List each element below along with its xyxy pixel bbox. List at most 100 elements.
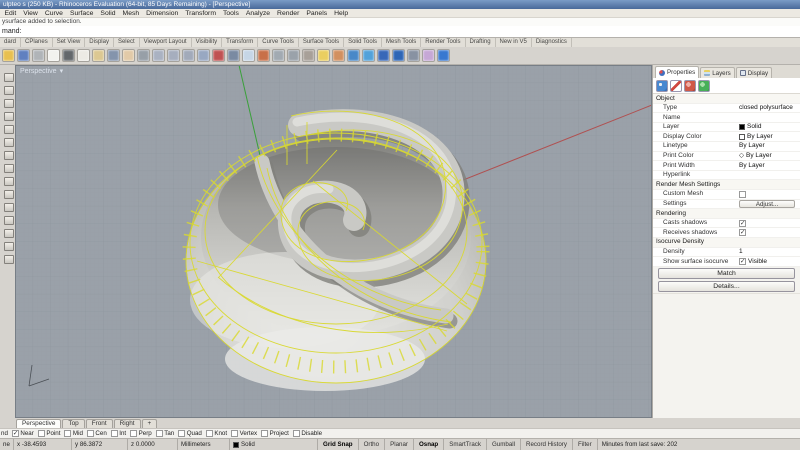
menu-curve[interactable]: Curve [41, 9, 66, 17]
property-value[interactable]: Solid [739, 122, 800, 132]
property-value[interactable]: ✓ [739, 229, 800, 236]
rectangle-icon[interactable] [4, 99, 14, 108]
toolbar-tab-new-in-v5[interactable]: New in V5 [496, 38, 532, 47]
osnap-checkbox-near[interactable]: ✓ [12, 430, 19, 437]
paste-icon[interactable] [92, 49, 105, 62]
osnap-item-mid[interactable]: Mid [64, 430, 82, 437]
property-value[interactable]: ◇By Layer [739, 151, 800, 161]
property-value[interactable]: Adjust... [739, 200, 800, 208]
rotate-view-icon[interactable] [227, 49, 240, 62]
toolbar-tab-mesh-tools[interactable]: Mesh Tools [382, 38, 421, 47]
osnap-checkbox-point[interactable] [38, 430, 45, 437]
toolbar-tab-visibility[interactable]: Visibility [192, 38, 223, 47]
toolbar-tab-display[interactable]: Display [85, 38, 114, 47]
arc-icon[interactable] [302, 49, 315, 62]
toolbar-tab-drafting[interactable]: Drafting [466, 38, 496, 47]
command-input-row[interactable]: mand: [0, 26, 800, 38]
check-icon[interactable] [4, 242, 14, 251]
toolbar-tab-curve-tools[interactable]: Curve Tools [258, 38, 299, 47]
osnap-checkbox-knot[interactable] [206, 430, 213, 437]
osnap-checkbox-disable[interactable] [293, 430, 300, 437]
move-icon[interactable] [137, 49, 150, 62]
pan-hand-icon[interactable] [122, 49, 135, 62]
osnap-item-perp[interactable]: Perp [130, 430, 152, 437]
save-icon[interactable] [17, 49, 30, 62]
paint-icon[interactable] [4, 255, 14, 264]
status-toggle-ortho[interactable]: Ortho [359, 439, 385, 450]
zoom-extents-icon[interactable] [197, 49, 210, 62]
viewport-tab-perspective[interactable]: Perspective [16, 419, 61, 428]
cone-icon[interactable] [332, 49, 345, 62]
wireframe-icon[interactable] [407, 49, 420, 62]
viewport-title[interactable]: Perspective ▾ [20, 67, 63, 75]
toolbar-tab-surface-tools[interactable]: Surface Tools [299, 38, 344, 47]
menu-panels[interactable]: Panels [303, 9, 331, 17]
adjust-button[interactable]: Adjust... [739, 200, 795, 208]
circle-icon[interactable] [287, 49, 300, 62]
undo-icon[interactable] [107, 49, 120, 62]
help-icon[interactable] [437, 49, 450, 62]
viewport-tab-right[interactable]: Right [114, 419, 141, 428]
array-icon[interactable] [4, 216, 14, 225]
menu-dimension[interactable]: Dimension [143, 9, 182, 17]
material-icon[interactable] [670, 80, 682, 92]
toolbar-tab-diagnostics[interactable]: Diagnostics [532, 38, 572, 47]
lightning-icon[interactable] [4, 164, 14, 173]
move-tool-icon[interactable] [4, 190, 14, 199]
osnap-checkbox-cen[interactable] [87, 430, 94, 437]
object-properties-icon[interactable] [656, 80, 668, 92]
osnap-checkbox-perp[interactable] [130, 430, 137, 437]
viewport-menu-arrow-icon[interactable]: ▾ [60, 67, 64, 75]
menu-help[interactable]: Help [331, 9, 352, 17]
texture-mapping-icon[interactable] [698, 80, 710, 92]
menu-render[interactable]: Render [274, 9, 303, 17]
color-swatch[interactable] [739, 124, 745, 130]
status-cell-solid[interactable]: Solid [230, 439, 318, 450]
status-toggle-filter[interactable]: Filter [573, 439, 598, 450]
new-file-icon[interactable] [47, 49, 60, 62]
osnap-item-point[interactable]: Point [38, 430, 61, 437]
zoom-selected-icon[interactable] [182, 49, 195, 62]
osnap-item-tan[interactable]: Tan [156, 430, 174, 437]
toolbar-tab-viewport-layout[interactable]: Viewport Layout [140, 38, 192, 47]
perspective-viewport[interactable]: Perspective ▾ [15, 65, 652, 418]
viewport-tab-front[interactable]: Front [86, 419, 113, 428]
panel-tab-layers[interactable]: Layers [700, 67, 735, 78]
details-button[interactable]: Details... [658, 281, 795, 292]
sphere-tool-icon[interactable] [4, 138, 14, 147]
pointer-icon[interactable] [4, 73, 14, 82]
osnap-target-icon[interactable] [4, 86, 14, 95]
status-toggle-osnap[interactable]: Osnap [414, 439, 444, 450]
osnap-item-near[interactable]: ✓Near [12, 430, 34, 437]
menu-view[interactable]: View [20, 9, 42, 17]
status-cell-y-86-3872[interactable]: y 86.3872 [72, 439, 128, 450]
checkbox-receives-shadows[interactable]: ✓ [739, 229, 746, 236]
osnap-item-cen[interactable]: Cen [87, 430, 107, 437]
status-toggle-gumball[interactable]: Gumball [487, 439, 521, 450]
menu-surface[interactable]: Surface [66, 9, 96, 17]
delete-icon[interactable] [62, 49, 75, 62]
property-value[interactable]: ✓ [739, 220, 800, 227]
status-toggle-record-history[interactable]: Record History [521, 439, 573, 450]
toolbar-tab-select[interactable]: Select [114, 38, 140, 47]
status-toggle-planar[interactable]: Planar [385, 439, 414, 450]
clipboard-icon[interactable] [4, 229, 14, 238]
join-icon[interactable] [4, 177, 14, 186]
toolbar-tab-solid-tools[interactable]: Solid Tools [344, 38, 382, 47]
add-viewport-tab-button[interactable]: + [142, 419, 158, 428]
status-toggle-smarttrack[interactable]: SmartTrack [444, 439, 487, 450]
status-cell-millimeters[interactable]: Millimeters [178, 439, 230, 450]
panel-tab-properties[interactable]: Properties [655, 66, 699, 78]
render-icon[interactable] [347, 49, 360, 62]
open-file-icon[interactable] [2, 49, 15, 62]
toolbar-tab-transform[interactable]: Transform [222, 38, 258, 47]
curve-icon[interactable] [4, 125, 14, 134]
viewport-canvas[interactable] [15, 65, 652, 418]
osnap-item-end[interactable]: nd [1, 430, 8, 437]
zoom-window-icon[interactable] [167, 49, 180, 62]
undo-view-icon[interactable] [257, 49, 270, 62]
lamp-icon[interactable] [317, 49, 330, 62]
match-button[interactable]: Match [658, 268, 795, 279]
shaded-sphere-icon[interactable] [377, 49, 390, 62]
status-cell-x-38-4593[interactable]: x -38.4593 [14, 439, 72, 450]
